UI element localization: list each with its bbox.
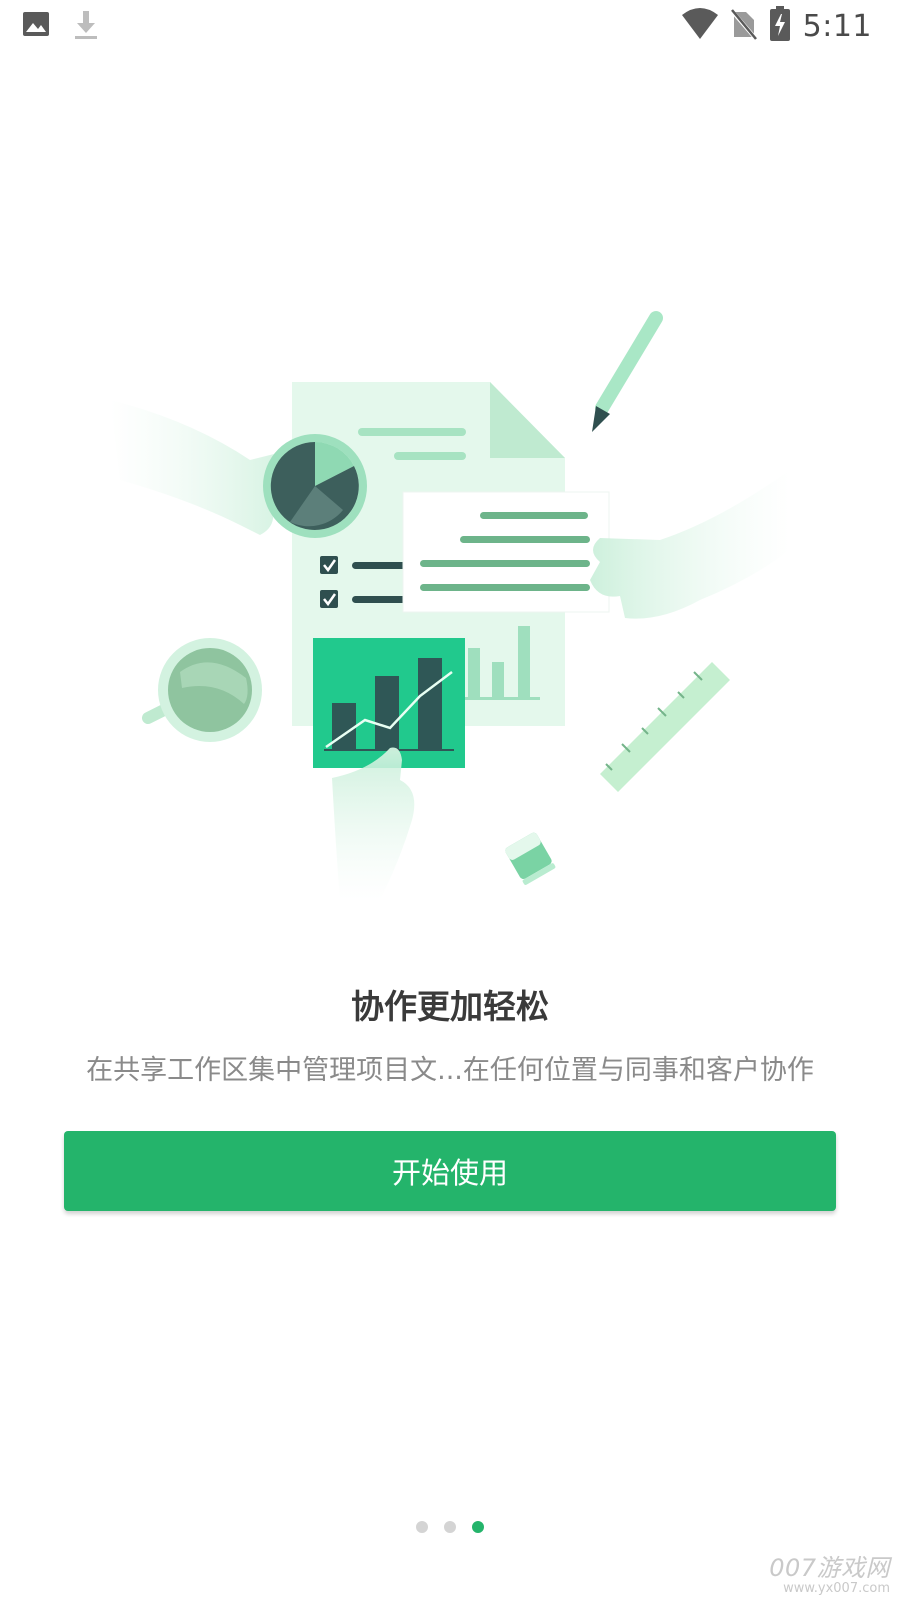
pie-chart-graphic [263,434,367,538]
no-sim-icon [729,8,759,44]
battery-charging-icon [769,6,791,46]
right-hand-graphic [590,470,790,619]
onboarding-title: 协作更加轻松 [351,987,549,1026]
text-card-graphic [402,491,610,613]
eraser-graphic [505,832,556,885]
status-bar: 5:11 [0,0,900,50]
watermark: 007游戏网 www.yx007.com [769,1548,890,1596]
pencil-graphic [592,311,663,432]
onboarding-screen: 5:11 协作更加轻松 在共享工作区集中管理项目文...在任何位置与同事和客户协… [0,0,900,1600]
status-time: 5:11 [802,8,872,44]
image-icon [22,10,50,46]
wifi-icon [681,7,719,45]
bar-chart-card-graphic [313,638,465,768]
page-indicator [0,1521,900,1533]
page-dot-1[interactable] [416,1521,428,1533]
page-dot-2[interactable] [444,1521,456,1533]
collaboration-illustration [110,311,790,900]
bottom-hand-graphic [332,747,415,900]
coffee-cup-graphic [142,638,262,742]
start-button[interactable]: 开始使用 [64,1131,836,1211]
watermark-url: www.yx007.com [783,1581,890,1596]
download-icon [72,10,100,46]
page-dot-3-active[interactable] [472,1521,484,1533]
watermark-logo-text: 007游戏网 [769,1554,890,1582]
ruler-graphic [600,662,730,792]
onboarding-subtitle: 在共享工作区集中管理项目文...在任何位置与同事和客户协作 [86,1055,814,1086]
